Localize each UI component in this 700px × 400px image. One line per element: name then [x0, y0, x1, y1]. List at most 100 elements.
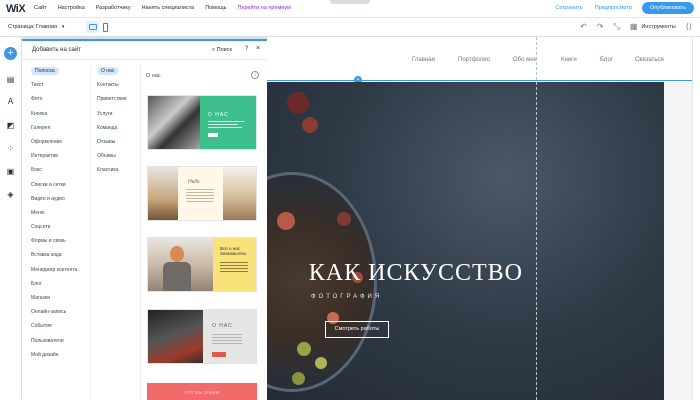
page-selector-label: Страница: Главная [8, 24, 57, 30]
category-item[interactable]: Меню [26, 209, 88, 223]
thumbnail-photo [148, 167, 178, 220]
subcategory-item[interactable]: Приветствие [91, 95, 142, 109]
thumbnail-button [212, 352, 226, 357]
category-item[interactable]: Кнопка [26, 110, 88, 124]
section-thumbnail[interactable]: ЧТО МЫ ЗНАЕМ [147, 383, 257, 400]
thumbnail-heading: Всё о нас Знакомьтесь [220, 246, 247, 256]
menu-site[interactable]: Сайт [34, 5, 47, 11]
category-item[interactable]: Мой дизайн [26, 351, 88, 365]
top-collapse-tab[interactable] [330, 0, 370, 4]
canvas-scrollbar[interactable] [692, 37, 700, 400]
hero-subtitle[interactable]: ФОТОГРАФИЯ [311, 294, 382, 300]
section-thumbnail[interactable]: Hello [147, 166, 257, 221]
site-nav-about[interactable]: Обо мне [513, 57, 537, 63]
subcategory-item[interactable]: Услуги [91, 110, 142, 124]
category-item[interactable]: Фото [26, 95, 88, 109]
subcategory-item[interactable]: Команда [91, 124, 142, 138]
panel-search[interactable]: ⌕ Поиск [212, 47, 232, 54]
category-item[interactable]: Магазин [26, 294, 88, 308]
category-list: Полоска Текст Фото Кнопка Галерея Оформл… [26, 67, 88, 365]
blog-icon[interactable]: ◈ [6, 190, 15, 199]
hero-title[interactable]: КАК ИСКУССТВО [267, 260, 523, 287]
section-thumbnail[interactable]: О НАС [147, 309, 257, 364]
panel-search-label: Поиск [216, 47, 232, 53]
site-nav-portfolio[interactable]: Портфолио [458, 57, 490, 63]
save-button[interactable]: Сохранить [555, 5, 582, 11]
close-icon[interactable]: × [256, 45, 260, 52]
hero-button[interactable]: Смотреть работы [325, 321, 389, 338]
wix-logo[interactable]: WiX [6, 3, 26, 15]
add-icon[interactable]: + [4, 47, 17, 60]
menu-help[interactable]: Помощь [205, 5, 226, 11]
text-line [212, 343, 242, 344]
subcategory-item[interactable]: Классика [91, 166, 142, 180]
help-icon[interactable]: ? [245, 46, 248, 52]
info-icon[interactable]: i [251, 71, 259, 79]
background-icon[interactable]: ◩ [6, 121, 15, 130]
category-item[interactable]: Бокс [26, 166, 88, 180]
publish-button[interactable]: Опубликовать [642, 2, 694, 14]
pages-icon[interactable]: ▤ [6, 75, 15, 84]
redo-icon[interactable]: ↷ [597, 23, 604, 31]
fig-image [287, 92, 309, 114]
site-header[interactable]: Главная Портфолио Обо мне Книги Блог Свя… [267, 37, 700, 82]
layout-guide[interactable] [536, 37, 537, 400]
text-line [220, 271, 248, 272]
text-line [212, 334, 242, 335]
category-item[interactable]: Полоска [26, 67, 88, 81]
apps-icon[interactable]: ⁘ [6, 144, 15, 153]
theme-icon[interactable]: A [6, 97, 15, 106]
thumbnail-photo [148, 96, 200, 149]
text-line [212, 340, 242, 341]
site-nav-blog[interactable]: Блог [600, 57, 613, 63]
category-item[interactable]: Менеджер контента [26, 266, 88, 280]
category-item[interactable]: События [26, 322, 88, 336]
site-nav-home[interactable]: Главная [412, 57, 435, 63]
text-line [220, 262, 248, 263]
menu-upgrade[interactable]: Перейти на премиум [237, 5, 290, 11]
menu-hire[interactable]: Нанять специалиста [142, 5, 195, 11]
panel-title: Добавить на сайт [32, 47, 81, 53]
page-selector[interactable]: Страница: Главная ▾ [8, 24, 64, 30]
fig-image [277, 212, 295, 230]
category-item[interactable]: Галерея [26, 124, 88, 138]
menu-developer[interactable]: Разработчику [96, 5, 131, 11]
menu-settings[interactable]: Настройка [58, 5, 85, 11]
panel-header: Добавить на сайт ⌕ Поиск ? × [22, 41, 267, 60]
portrait-body [163, 262, 191, 291]
section-divider [267, 80, 700, 81]
category-item[interactable]: Текст [26, 81, 88, 95]
undo-icon[interactable]: ↶ [580, 23, 587, 31]
tools-icon[interactable]: ▦ [630, 23, 638, 31]
preview-button[interactable]: Предпросмотр [595, 5, 632, 11]
site-canvas: Главная Портфолио Обо мне Книги Блог Свя… [267, 37, 700, 400]
media-icon[interactable]: ▣ [6, 167, 15, 176]
site-nav-contact[interactable]: Связаться [635, 57, 664, 63]
tools-label[interactable]: Инструменты [641, 24, 675, 30]
subcategory-item[interactable]: О нас [91, 67, 142, 81]
category-item[interactable]: Интерактив [26, 152, 88, 166]
code-icon[interactable]: ⟨⟩ [686, 23, 692, 31]
category-item[interactable]: Онлайн-запись [26, 308, 88, 322]
category-item[interactable]: Списки и сетки [26, 181, 88, 195]
thumbnail-photo [148, 238, 213, 291]
site-nav-books[interactable]: Книги [561, 57, 577, 63]
subcategory-item[interactable]: Отзывы [91, 138, 142, 152]
category-item[interactable]: Соцсети [26, 223, 88, 237]
category-item[interactable]: Блог [26, 280, 88, 294]
subcategory-item[interactable]: Объявы [91, 152, 142, 166]
category-item[interactable]: Пользователи [26, 337, 88, 351]
sub-bar-actions: ↶ ↷ ⤡ ▦ Инструменты ⟨⟩ [570, 23, 692, 31]
hero-strip[interactable]: КАК ИСКУССТВО ФОТОГРАФИЯ Смотреть работы [267, 82, 664, 400]
category-item[interactable]: Вставка кода [26, 251, 88, 265]
category-item[interactable]: Видео и аудио [26, 195, 88, 209]
mobile-icon[interactable] [103, 23, 108, 32]
category-item[interactable]: Формы и связь [26, 237, 88, 251]
subcategory-item[interactable]: Контакты [91, 81, 142, 95]
category-item[interactable]: Оформление [26, 138, 88, 152]
thumbnail-heading: О НАС [208, 112, 229, 118]
section-thumbnail[interactable]: О НАС [147, 95, 257, 150]
zoom-icon[interactable]: ⤡ [613, 23, 619, 31]
section-thumbnail[interactable]: Всё о нас Знакомьтесь [147, 237, 257, 292]
fig-image [302, 117, 318, 133]
